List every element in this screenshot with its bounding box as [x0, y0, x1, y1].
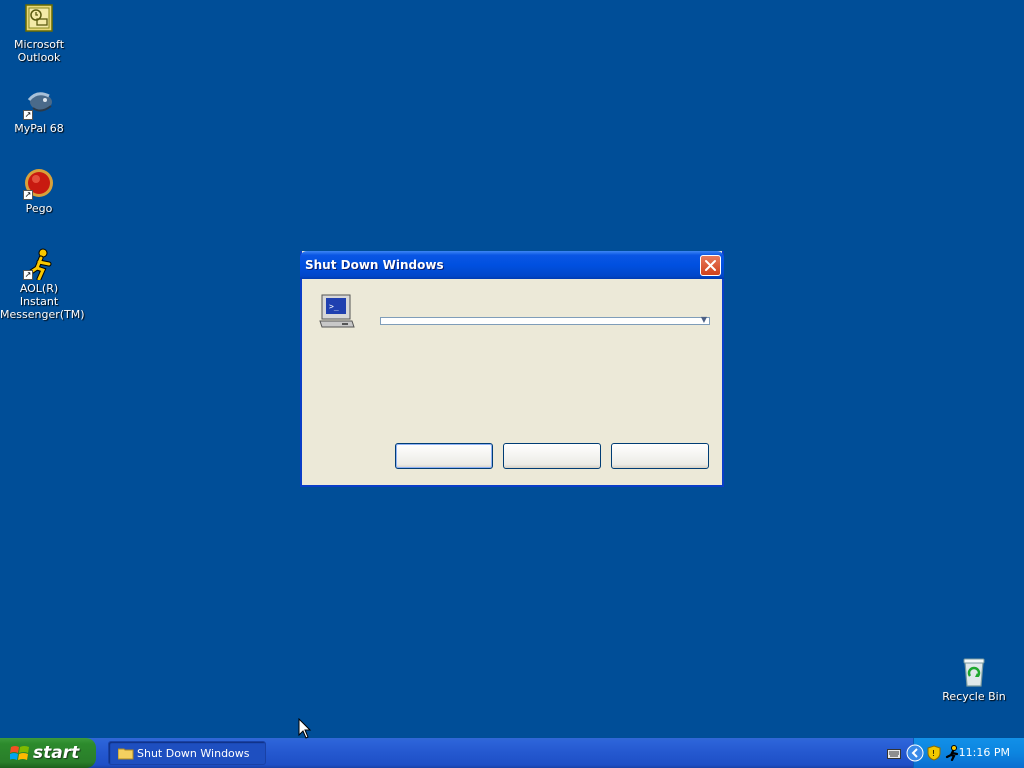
ok-button[interactable] — [395, 443, 493, 469]
clock[interactable]: 11:16 PM — [959, 746, 1010, 759]
shortcut-arrow-icon: ↗ — [23, 110, 33, 120]
start-button[interactable]: start — [0, 738, 96, 768]
computer-icon: >_ — [318, 293, 356, 334]
desktop-icon-outlook[interactable]: Microsoft Outlook — [0, 4, 78, 64]
dialog-title: Shut Down Windows — [305, 258, 444, 272]
windows-logo-icon — [10, 746, 29, 760]
shortcut-arrow-icon: ↗ — [23, 270, 33, 280]
taskbar: start Shut Down Windows ! 11:16 PM — [0, 738, 1024, 768]
desktop-icon-label: AOL(R) Instant Messenger(TM) — [0, 282, 85, 321]
dialog-titlebar[interactable]: Shut Down Windows — [300, 251, 724, 279]
shutdown-option-select[interactable]: ▼ — [380, 316, 710, 325]
show-hidden-icons-icon[interactable] — [906, 744, 924, 762]
desktop-icon-mypal[interactable]: ↗ MyPal 68 — [0, 88, 78, 135]
keyboard-icon[interactable] — [887, 749, 901, 759]
taskbar-item-shut-down-windows[interactable]: Shut Down Windows — [108, 741, 266, 765]
desktop-icon-label: MyPal 68 — [14, 122, 64, 135]
desktop-icon-aim[interactable]: ↗ AOL(R) Instant Messenger(TM) — [0, 248, 85, 321]
desktop-icon-pego[interactable]: ↗ Pego — [0, 168, 78, 215]
outlook-icon — [23, 4, 55, 36]
system-tray: ! 11:16 PM — [906, 738, 1024, 768]
mouse-cursor-icon — [298, 718, 312, 739]
desktop-icon-label: Recycle Bin — [942, 690, 1006, 703]
aim-icon: ↗ — [23, 248, 55, 282]
cancel-button[interactable] — [503, 443, 601, 469]
shut-down-dialog: Shut Down Windows >_ ▼ — [300, 251, 724, 487]
shortcut-arrow-icon: ↗ — [23, 190, 33, 200]
chevron-down-icon[interactable]: ▼ — [701, 316, 707, 324]
desktop-icon-label: Pego — [25, 202, 53, 215]
svg-text:!: ! — [932, 749, 935, 758]
aim-tray-icon[interactable] — [945, 745, 959, 761]
desktop-icon-label: Microsoft Outlook — [13, 38, 65, 64]
close-icon — [705, 260, 716, 271]
desktop-icon-recycle-bin[interactable]: Recycle Bin — [935, 656, 1013, 703]
start-label: start — [33, 743, 80, 763]
help-button[interactable] — [611, 443, 709, 469]
svg-text:>_: >_ — [329, 302, 339, 311]
pego-icon: ↗ — [23, 168, 55, 200]
taskbar-item-label: Shut Down Windows — [137, 747, 250, 760]
recycle-bin-icon — [958, 656, 990, 688]
security-shield-icon[interactable]: ! — [927, 745, 941, 761]
mypal-icon: ↗ — [23, 88, 55, 120]
folder-icon — [118, 748, 134, 760]
close-button[interactable] — [700, 255, 721, 276]
